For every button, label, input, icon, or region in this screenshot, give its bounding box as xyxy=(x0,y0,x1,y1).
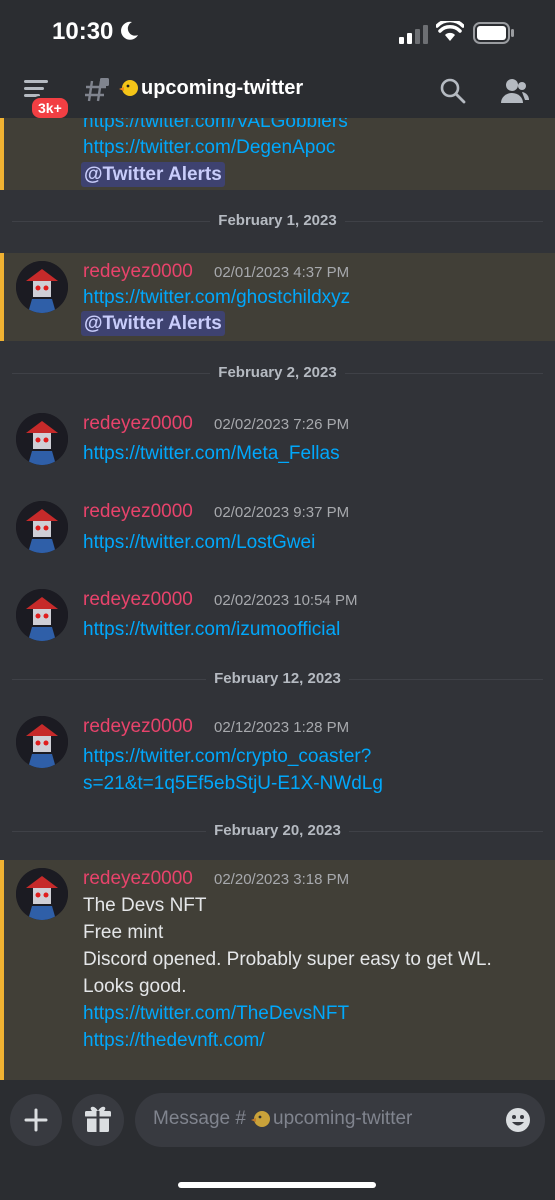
message-link[interactable]: s=21&t=1q5Ef5ebStjU-E1X-NWdLg xyxy=(83,770,383,797)
home-indicator[interactable] xyxy=(178,1182,376,1188)
date-divider: February 1, 2023 xyxy=(0,212,555,229)
timestamp: 02/02/2023 10:54 PM xyxy=(214,592,358,609)
focus-moon-icon xyxy=(121,21,138,40)
mention[interactable]: @Twitter Alerts xyxy=(81,162,225,187)
message-input[interactable]: Message # upcoming-twitter xyxy=(135,1093,545,1147)
plus-icon xyxy=(24,1108,48,1132)
username[interactable]: redeyez0000 xyxy=(83,501,193,523)
gift-icon xyxy=(85,1106,111,1132)
avatar-image xyxy=(16,501,68,553)
username[interactable]: redeyez0000 xyxy=(83,261,193,283)
message-link[interactable]: https://twitter.com/LostGwei xyxy=(83,529,315,556)
message: redeyez0000 02/02/2023 10:54 PM https://… xyxy=(0,581,555,651)
avatar[interactable] xyxy=(16,501,68,553)
timestamp: 02/01/2023 4:37 PM xyxy=(214,264,350,281)
message-link[interactable]: https://twitter.com/Meta_Fellas xyxy=(83,440,340,467)
message: redeyez0000 02/12/2023 1:28 PM https://t… xyxy=(0,708,555,808)
avatar[interactable] xyxy=(16,413,68,465)
input-placeholder: Message # xyxy=(153,1108,246,1129)
avatar-image xyxy=(16,868,68,920)
duck-emoji-icon xyxy=(119,80,138,96)
locked-channel-hash-icon xyxy=(85,78,109,102)
search-icon[interactable] xyxy=(440,78,466,104)
notification-badge: 3k+ xyxy=(30,96,70,120)
message-link[interactable]: https://twitter.com/crypto_coaster? xyxy=(83,743,371,770)
avatar[interactable] xyxy=(16,589,68,641)
username[interactable]: redeyez0000 xyxy=(83,413,193,435)
message-link[interactable]: https://twitter.com/VALGobblers xyxy=(83,118,348,135)
avatar-image xyxy=(16,589,68,641)
battery-icon xyxy=(473,22,514,44)
username[interactable]: redeyez0000 xyxy=(83,868,193,890)
wifi-icon xyxy=(436,21,464,41)
avatar[interactable] xyxy=(16,261,68,313)
message-link[interactable]: https://twitter.com/ghostchildxyz xyxy=(83,284,350,311)
avatar[interactable] xyxy=(16,716,68,768)
avatar-image xyxy=(16,716,68,768)
add-attachment-button[interactable] xyxy=(10,1094,62,1146)
avatar[interactable] xyxy=(16,868,68,920)
menu-button[interactable]: 3k+ xyxy=(20,78,70,120)
message: redeyez0000 02/20/2023 3:18 PM The Devs … xyxy=(0,860,555,1080)
duck-emoji-icon xyxy=(251,1111,270,1127)
gift-button[interactable] xyxy=(72,1094,124,1146)
username[interactable]: redeyez0000 xyxy=(83,716,193,738)
timestamp: 02/20/2023 3:18 PM xyxy=(214,871,350,888)
status-bar: 10:30 xyxy=(0,0,555,66)
input-placeholder-channel: upcoming-twitter xyxy=(273,1108,413,1129)
members-icon[interactable] xyxy=(500,78,530,104)
message: redeyez0000 02/01/2023 4:37 PM https://t… xyxy=(0,253,555,341)
message: redeyez0000 02/02/2023 7:26 PM https://t… xyxy=(0,405,555,475)
message-link[interactable]: https://twitter.com/izumoofficial xyxy=(83,616,340,643)
timestamp: 02/02/2023 9:37 PM xyxy=(214,504,350,521)
message-partial: https://twitter.com/VALGobblers https://… xyxy=(0,118,555,190)
channel-title[interactable]: upcoming-twitter xyxy=(141,77,303,100)
date-divider: February 2, 2023 xyxy=(0,364,555,381)
message-link[interactable]: https://thedevnft.com/ xyxy=(83,1027,265,1054)
message-text: Discord opened. Probably super easy to g… xyxy=(83,949,492,970)
message-link[interactable]: https://twitter.com/TheDevsNFT xyxy=(83,1000,349,1027)
username[interactable]: redeyez0000 xyxy=(83,589,193,611)
date-divider: February 20, 2023 xyxy=(0,822,555,839)
avatar-image xyxy=(16,413,68,465)
mention[interactable]: @Twitter Alerts xyxy=(81,311,225,336)
clock: 10:30 xyxy=(52,18,114,45)
channel-header: 3k+ upcoming-twitter xyxy=(0,66,555,120)
message-feed[interactable]: https://twitter.com/VALGobblers https://… xyxy=(0,118,555,1080)
message-text: The Devs NFT xyxy=(83,895,207,916)
timestamp: 02/02/2023 7:26 PM xyxy=(214,416,350,433)
message-text: Free mint xyxy=(83,922,164,943)
cellular-signal-icon xyxy=(399,25,428,44)
message-text: Looks good. xyxy=(83,976,187,997)
message: redeyez0000 02/02/2023 9:37 PM https://t… xyxy=(0,493,555,563)
emoji-picker-icon[interactable] xyxy=(505,1107,531,1133)
date-divider: February 12, 2023 xyxy=(0,670,555,687)
avatar-image xyxy=(16,261,68,313)
timestamp: 02/12/2023 1:28 PM xyxy=(214,719,350,736)
message-link[interactable]: https://twitter.com/DegenApoc xyxy=(83,134,335,161)
